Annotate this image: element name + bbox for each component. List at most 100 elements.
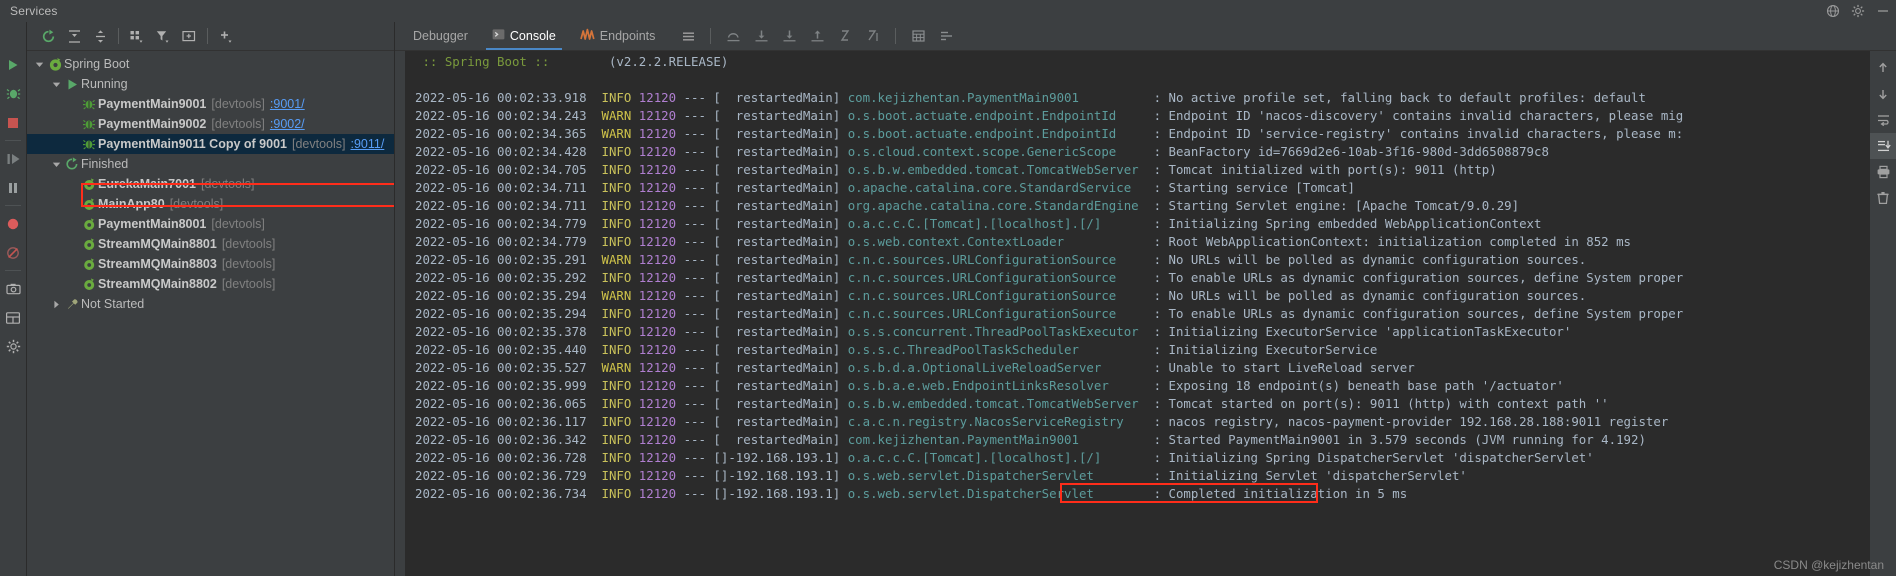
log-separator: ] — [832, 162, 848, 177]
log-message: : Initializing Spring embedded WebApplic… — [1146, 216, 1542, 231]
pause-icon[interactable] — [0, 173, 26, 202]
scroll-to-end-icon[interactable] — [1870, 133, 1896, 159]
tab-console[interactable]: Console — [480, 23, 568, 50]
resume-icon[interactable] — [0, 144, 26, 173]
log-thread: restartedMain — [720, 108, 833, 123]
breakpoint-icon[interactable] — [0, 209, 26, 238]
log-separator: --- [ — [676, 90, 721, 105]
clear-all-icon[interactable] — [1870, 185, 1896, 211]
camera-icon[interactable] — [0, 274, 26, 303]
tree-row-spring-boot[interactable]: Spring Boot — [27, 54, 394, 74]
filter-icon[interactable] — [150, 24, 176, 48]
expand-all-icon[interactable] — [61, 24, 87, 48]
services-tool-window: Services Spring Boot Running PaymentMain… — [0, 0, 1896, 576]
rerun-icon[interactable] — [35, 24, 61, 48]
layout-icon[interactable] — [0, 303, 26, 332]
devtools-badge: [devtools] — [200, 177, 255, 191]
tab-debugger[interactable]: Debugger — [401, 23, 480, 50]
add-icon[interactable] — [213, 24, 239, 48]
step-into-icon[interactable] — [748, 24, 774, 48]
soft-wrap-icon[interactable] — [1870, 107, 1896, 133]
tree-row-mainapp80[interactable]: MainApp80 [devtools] — [27, 194, 394, 214]
tree-row-eurekamain7001[interactable]: EurekaMain7001 [devtools] — [27, 174, 394, 194]
log-timestamp: 2022-05-16 00:02:34.705 — [415, 162, 602, 177]
tree-row-streammqmain8801[interactable]: StreamMQMain8801 [devtools] — [27, 234, 394, 254]
group-by-icon[interactable] — [124, 24, 150, 48]
run-icon[interactable] — [0, 50, 26, 79]
chevron-down-icon[interactable] — [50, 154, 63, 174]
tree-row-paymentmain9011-copy-of-9001[interactable]: PaymentMain9011 Copy of 9001 [devtools]:9… — [27, 134, 394, 154]
log-message: : nacos registry, nacos-payment-provider… — [1146, 414, 1676, 429]
log-line: 2022-05-16 00:02:35.440 INFO 12120 --- [… — [405, 341, 1870, 359]
tree-row-paymentmain9001[interactable]: PaymentMain9001 [devtools]:9001/ — [27, 94, 394, 114]
minimize-icon[interactable] — [1876, 4, 1890, 18]
log-level: WARN — [601, 126, 632, 141]
chevron-right-icon[interactable] — [50, 294, 63, 314]
force-step-into-icon[interactable] — [776, 24, 802, 48]
log-pid: 12120 — [631, 180, 677, 195]
tab-debugger-label: Debugger — [413, 29, 468, 43]
log-timestamp: 2022-05-16 00:02:36.342 — [415, 432, 602, 447]
log-level: WARN — [601, 288, 632, 303]
chevron-down-icon[interactable] — [33, 54, 46, 74]
log-pid: 12120 — [631, 270, 677, 285]
mute-breakpoints-icon[interactable] — [0, 238, 26, 267]
console-gutter — [395, 51, 405, 576]
log-thread: ]-192.168.193.1 — [720, 486, 833, 501]
settings-icon[interactable] — [0, 332, 26, 361]
show-in-new-window-icon[interactable] — [176, 24, 202, 48]
log-thread: restartedMain — [720, 252, 833, 267]
log-logger: o.s.boot.actuate.endpoint.EndpointId — [847, 126, 1147, 141]
evaluate-icon[interactable] — [905, 24, 931, 48]
service-port-link[interactable]: :9001/ — [270, 97, 305, 111]
log-pid: 12120 — [631, 144, 677, 159]
tab-endpoints[interactable]: Endpoints — [568, 23, 668, 50]
tree-row-running[interactable]: Running — [27, 74, 394, 94]
tree-row-paymentmain9002[interactable]: PaymentMain9002 [devtools]:9002/ — [27, 114, 394, 134]
log-separator: --- [ — [676, 198, 721, 213]
log-pid: 12120 — [631, 90, 677, 105]
log-logger: o.s.b.w.embedded.tomcat.TomcatWebServer — [847, 396, 1147, 411]
log-thread: restartedMain — [720, 378, 833, 393]
rail-divider — [5, 270, 21, 271]
services-tree[interactable]: Spring Boot Running PaymentMain9001 [devtoo… — [27, 51, 394, 576]
log-timestamp: 2022-05-16 00:02:36.734 — [415, 486, 602, 501]
run-to-cursor-icon[interactable] — [860, 24, 886, 48]
collapse-all-icon[interactable] — [87, 24, 113, 48]
log-pid: 12120 — [631, 450, 677, 465]
tree-row-streammqmain8803[interactable]: StreamMQMain8803 [devtools] — [27, 254, 394, 274]
log-timestamp: 2022-05-16 00:02:35.292 — [415, 270, 602, 285]
tree-row-finished[interactable]: Finished — [27, 154, 394, 174]
stop-icon[interactable] — [0, 108, 26, 137]
log-message: : Endpoint ID 'service-registry' contain… — [1146, 126, 1684, 141]
service-port-link[interactable]: :9011/ — [351, 137, 385, 151]
log-pid: 12120 — [631, 288, 677, 303]
log-level: INFO — [601, 342, 632, 357]
log-thread: restartedMain — [720, 180, 833, 195]
tree-row-not-started[interactable]: Not Started — [27, 294, 394, 314]
scroll-up-icon[interactable] — [1870, 55, 1896, 81]
spring-bean-icon — [80, 134, 98, 154]
drop-frame-icon[interactable] — [832, 24, 858, 48]
debug-icon[interactable] — [0, 79, 26, 108]
tree-row-streammqmain8802[interactable]: StreamMQMain8802 [devtools] — [27, 274, 394, 294]
menu-icon[interactable] — [675, 24, 701, 48]
settings-list-icon[interactable] — [933, 24, 959, 48]
tree-row-paymentmain8001[interactable]: PaymentMain8001 [devtools] — [27, 214, 394, 234]
print-icon[interactable] — [1870, 159, 1896, 185]
scroll-down-icon[interactable] — [1870, 81, 1896, 107]
console-output[interactable]: :: Spring Boot :: (v2.2.2.RELEASE) 2022-… — [405, 51, 1870, 576]
log-thread: restartedMain — [720, 414, 833, 429]
step-over-icon[interactable] — [720, 24, 746, 48]
log-logger: c.n.c.sources.URLConfigurationSource — [847, 270, 1147, 285]
gear-icon[interactable] — [1851, 4, 1865, 18]
log-separator: ] — [832, 396, 848, 411]
chevron-down-icon[interactable] — [50, 74, 63, 94]
service-port-link[interactable]: :9002/ — [270, 117, 305, 131]
log-line: 2022-05-16 00:02:35.292 INFO 12120 --- [… — [405, 269, 1870, 287]
step-out-icon[interactable] — [804, 24, 830, 48]
globe-icon[interactable] — [1826, 4, 1840, 18]
log-level: INFO — [601, 144, 632, 159]
log-message: : Exposing 18 endpoint(s) beneath base p… — [1146, 378, 1564, 393]
devtools-badge: [devtools] — [221, 257, 276, 271]
